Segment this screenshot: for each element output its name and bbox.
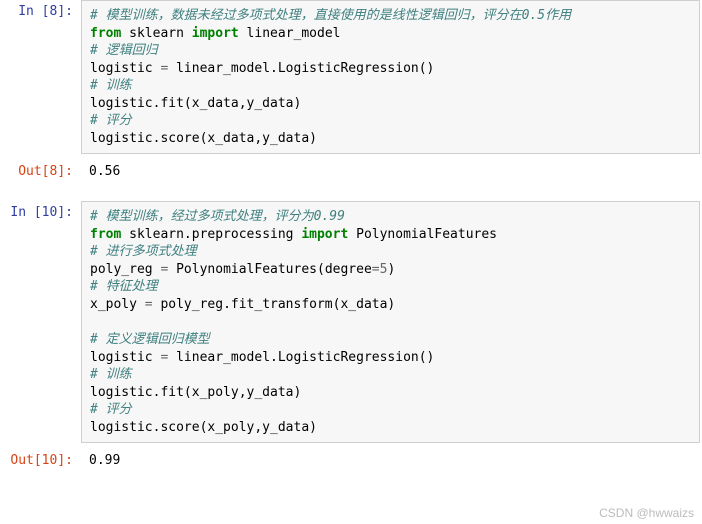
input-cell: In [8]:# 模型训练，数据未经过多项式处理，直接使用的是线性逻辑回归，评分… bbox=[0, 0, 702, 158]
code-line: logistic.fit(x_poly,y_data) bbox=[90, 384, 691, 402]
watermark: CSDN @hwwaizs bbox=[599, 506, 694, 520]
code-line bbox=[90, 314, 691, 332]
code-line: # 进行多项式处理 bbox=[90, 243, 691, 261]
code-line: logistic.fit(x_data,y_data) bbox=[90, 95, 691, 113]
code-line: # 训练 bbox=[90, 366, 691, 384]
output-prompt: Out[8]: bbox=[0, 160, 81, 185]
code-line: # 训练 bbox=[90, 77, 691, 95]
output-cell: Out[10]:0.99 bbox=[0, 449, 702, 474]
code-line: logistic.score(x_poly,y_data) bbox=[90, 419, 691, 437]
code-line: # 模型训练，数据未经过多项式处理，直接使用的是线性逻辑回归，评分在0.5作用 bbox=[90, 7, 691, 25]
output-cell: Out[8]:0.56 bbox=[0, 160, 702, 185]
code-line: x_poly = poly_reg.fit_transform(x_data) bbox=[90, 296, 691, 314]
code-line: # 特征处理 bbox=[90, 278, 691, 296]
code-line: logistic = linear_model.LogisticRegressi… bbox=[90, 349, 691, 367]
code-line: from sklearn.preprocessing import Polyno… bbox=[90, 226, 691, 244]
output-area: 0.56 bbox=[81, 160, 702, 185]
code-line: # 逻辑回归 bbox=[90, 42, 691, 60]
code-line: from sklearn import linear_model bbox=[90, 25, 691, 43]
code-line: # 定义逻辑回归模型 bbox=[90, 331, 691, 349]
code-line: # 评分 bbox=[90, 401, 691, 419]
code-line: logistic = linear_model.LogisticRegressi… bbox=[90, 60, 691, 78]
code-input-area[interactable]: # 模型训练，经过多项式处理，评分为0.99from sklearn.prepr… bbox=[81, 201, 700, 443]
input-prompt: In [10]: bbox=[0, 201, 81, 447]
code-line: logistic.score(x_data,y_data) bbox=[90, 130, 691, 148]
code-input-area[interactable]: # 模型训练，数据未经过多项式处理，直接使用的是线性逻辑回归，评分在0.5作用f… bbox=[81, 0, 700, 154]
code-line: # 评分 bbox=[90, 112, 691, 130]
input-prompt: In [8]: bbox=[0, 0, 81, 158]
code-line: poly_reg = PolynomialFeatures(degree=5) bbox=[90, 261, 691, 279]
output-prompt: Out[10]: bbox=[0, 449, 81, 474]
output-area: 0.99 bbox=[81, 449, 702, 474]
input-cell: In [10]:# 模型训练，经过多项式处理，评分为0.99from sklea… bbox=[0, 201, 702, 447]
code-line: # 模型训练，经过多项式处理，评分为0.99 bbox=[90, 208, 691, 226]
